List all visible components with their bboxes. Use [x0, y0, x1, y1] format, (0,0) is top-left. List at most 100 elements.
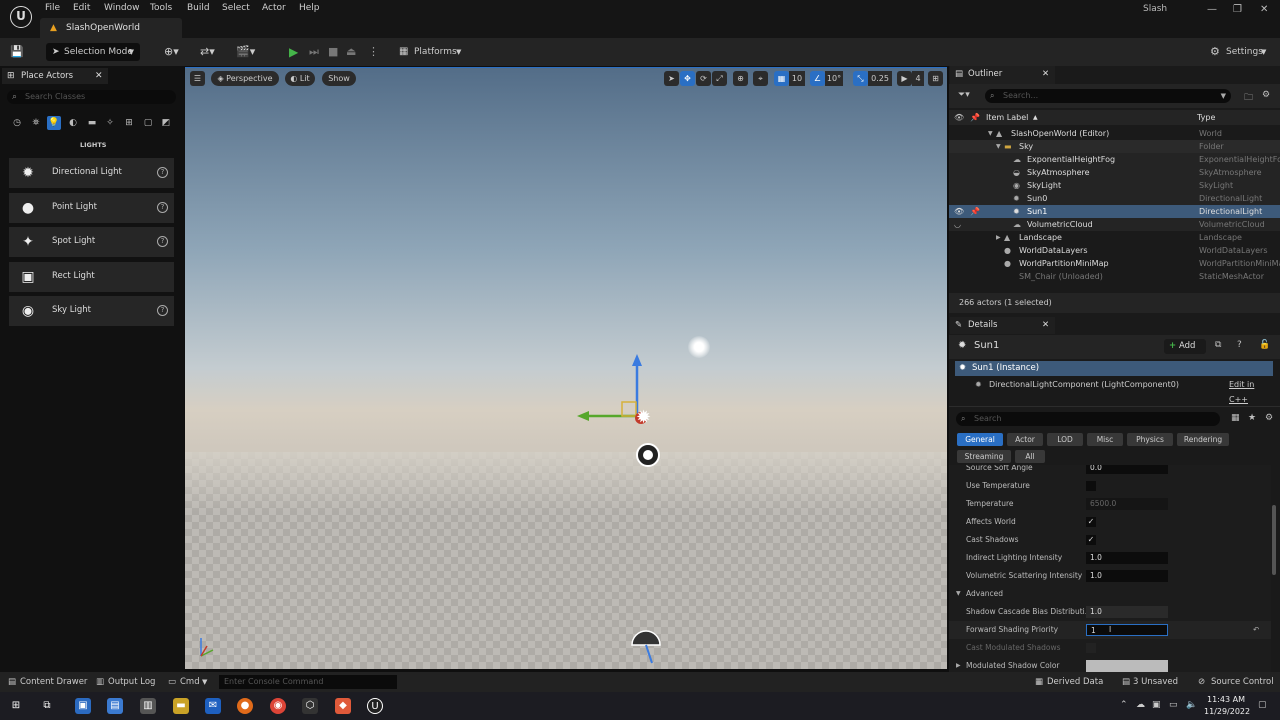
- source-soft-angle-field[interactable]: 0.0: [1086, 465, 1168, 474]
- save-icon[interactable]: 💾: [10, 43, 24, 61]
- actor-name[interactable]: Sun1: [974, 340, 999, 351]
- help-icon[interactable]: ?: [157, 305, 168, 316]
- filter-icon[interactable]: ⏷▾: [958, 90, 970, 100]
- camera-speed-value[interactable]: 4: [912, 71, 924, 86]
- pin-header-icon[interactable]: 📌: [970, 110, 980, 125]
- visibility-header-icon[interactable]: 👁: [954, 110, 964, 125]
- visual-effects-icon[interactable]: ✧: [103, 116, 117, 130]
- translate-gizmo[interactable]: ✹: [570, 350, 680, 480]
- menu-actor[interactable]: Actor: [262, 3, 286, 13]
- rotation-snap-value[interactable]: 10°: [825, 71, 843, 86]
- outliner-row[interactable]: ◉ SkyLight SkyLight: [949, 179, 1280, 192]
- outliner-row[interactable]: ▼ ▬ Sky Folder: [949, 140, 1280, 153]
- outliner-row[interactable]: ☁ ExponentialHeightFog ExponentialHeight…: [949, 153, 1280, 166]
- app-icon-1[interactable]: ▣: [75, 698, 91, 714]
- menu-tools[interactable]: Tools: [150, 3, 172, 13]
- rotate-mode-icon[interactable]: ⟳: [696, 71, 711, 86]
- use-temperature-checkbox[interactable]: [1086, 481, 1096, 491]
- filter-streaming[interactable]: Streaming: [957, 450, 1011, 463]
- place-item-sky-light[interactable]: ◉ Sky Light ?: [9, 296, 174, 326]
- scale-snap-value[interactable]: 0.25: [868, 71, 892, 86]
- outliner-close-icon[interactable]: ✕: [1042, 66, 1049, 83]
- filter-rendering[interactable]: Rendering: [1177, 433, 1229, 446]
- geometry-icon[interactable]: ⊞: [122, 116, 136, 130]
- maximize-icon[interactable]: ❐: [1233, 4, 1242, 15]
- place-item-spot-light[interactable]: ✦ Spot Light ?: [9, 227, 174, 257]
- outliner-row[interactable]: ● WorldDataLayers WorldDataLayers: [949, 244, 1280, 257]
- item-label-column[interactable]: Item Label: [986, 110, 1028, 125]
- pin-icon[interactable]: 📌: [970, 205, 980, 218]
- unreal-taskbar-icon[interactable]: U: [367, 698, 383, 714]
- derived-data-icon[interactable]: ▦: [1035, 672, 1043, 692]
- menu-file[interactable]: File: [45, 3, 60, 13]
- gizmo-z-arrow[interactable]: [632, 354, 642, 366]
- filter-misc[interactable]: Misc: [1087, 433, 1123, 446]
- file-explorer-icon[interactable]: ▬: [173, 698, 189, 714]
- play-icon[interactable]: ▶: [289, 43, 298, 61]
- volumes-icon[interactable]: ▢: [141, 116, 155, 130]
- blueprint-convert-icon[interactable]: ⧉: [1215, 340, 1221, 350]
- level-viewport[interactable]: ☰ ◈ Perspective ◐ Lit Show ➤ ✥ ⟳ ⤢ ⊕ ⌖ ▦…: [185, 68, 947, 669]
- surface-snap-icon[interactable]: ⌖: [753, 71, 768, 86]
- shapes-icon[interactable]: ◐: [66, 116, 80, 130]
- selection-mode-dropdown[interactable]: ➤ Selection Mode ▼: [46, 43, 140, 61]
- gizmo-plane-handle[interactable]: [621, 401, 637, 417]
- skylight-billboard-icon[interactable]: [626, 621, 666, 666]
- windows-start-icon[interactable]: ⊞: [8, 698, 24, 714]
- component-instance-row[interactable]: ✹ Sun1 (Instance): [955, 361, 1273, 376]
- favorites-icon[interactable]: ★: [1248, 413, 1256, 423]
- volume-icon[interactable]: 🔈: [1186, 700, 1197, 710]
- source-control-icon[interactable]: ⊘: [1198, 672, 1205, 692]
- place-item-rect-light[interactable]: ▣ Rect Light: [9, 262, 174, 292]
- property-matrix-icon[interactable]: ▦: [1231, 413, 1240, 423]
- outliner-row[interactable]: ▼ ▲ SlashOpenWorld (Editor) World: [949, 127, 1280, 140]
- outliner-row[interactable]: ● WorldPartitionMiniMap WorldPartitionMi…: [949, 257, 1280, 270]
- details-tab[interactable]: ✎ Details ✕: [950, 317, 1055, 334]
- settings-chevron-icon[interactable]: ▼: [1261, 43, 1266, 61]
- place-item-directional-light[interactable]: ✹ Directional Light ?: [9, 158, 174, 188]
- blueprint-icon[interactable]: ⇄▾: [200, 43, 215, 61]
- cast-shadows-checkbox[interactable]: ✓: [1086, 535, 1096, 545]
- modulated-shadow-color-swatch[interactable]: [1086, 660, 1168, 672]
- edit-in-cpp-link[interactable]: Edit in C++: [1229, 377, 1273, 407]
- outliner-row[interactable]: ✹ Sun0 DirectionalLight: [949, 192, 1280, 205]
- camera-speed-icon[interactable]: ▶: [897, 71, 912, 86]
- indirect-lighting-field[interactable]: 1.0: [1086, 552, 1168, 564]
- cmd-icon[interactable]: ▭: [168, 672, 176, 692]
- cast-modulated-checkbox[interactable]: [1086, 643, 1096, 653]
- type-column[interactable]: Type: [1197, 110, 1215, 125]
- help-icon[interactable]: ?: [157, 167, 168, 178]
- cinematic-icon[interactable]: ▬: [85, 116, 99, 130]
- derived-data-button[interactable]: Derived Data: [1047, 672, 1103, 692]
- search-classes-input[interactable]: ⌕ Search Classes: [7, 90, 176, 104]
- menu-window[interactable]: Window: [104, 3, 140, 13]
- filter-all[interactable]: All: [1015, 450, 1045, 463]
- perspective-button[interactable]: ◈ Perspective: [211, 71, 279, 86]
- console-command-input[interactable]: Enter Console Command: [219, 675, 397, 689]
- search-options-icon[interactable]: ▼: [1221, 89, 1226, 103]
- details-scrollbar-thumb[interactable]: [1272, 505, 1276, 575]
- app-icon-3[interactable]: ▥: [140, 698, 156, 714]
- content-drawer-button[interactable]: Content Drawer: [20, 672, 87, 692]
- component-row[interactable]: ✹ DirectionalLightComponent (LightCompon…: [955, 377, 1273, 404]
- task-view-icon[interactable]: ⧉: [39, 698, 55, 714]
- eject-icon[interactable]: ⏏: [346, 43, 356, 61]
- filter-actor[interactable]: Actor: [1007, 433, 1043, 446]
- expand-arrow-icon[interactable]: ▶: [956, 657, 961, 672]
- menu-edit[interactable]: Edit: [73, 3, 90, 13]
- minimize-icon[interactable]: —: [1207, 4, 1217, 15]
- volumetric-scattering-field[interactable]: 1.0: [1086, 570, 1168, 582]
- help-icon[interactable]: ?: [157, 236, 168, 247]
- app-icon-unity[interactable]: ⬡: [302, 698, 318, 714]
- scale-mode-icon[interactable]: ⤢: [712, 71, 727, 86]
- collapse-arrow-icon[interactable]: ▶: [996, 231, 1001, 244]
- outliner-row[interactable]: SM_Chair (Unloaded) StaticMeshActor: [949, 270, 1280, 283]
- firefox-icon[interactable]: ●: [237, 698, 253, 714]
- viewport-menu-icon[interactable]: ☰: [190, 71, 205, 86]
- temperature-field[interactable]: 6500.0: [1086, 498, 1168, 510]
- scale-snap-icon[interactable]: ⤡: [853, 71, 868, 86]
- step-icon[interactable]: ⏭: [309, 43, 319, 61]
- affects-world-checkbox[interactable]: ✓: [1086, 517, 1096, 527]
- outliner-row[interactable]: ◒ SkyAtmosphere SkyAtmosphere: [949, 166, 1280, 179]
- place-actors-tab[interactable]: ⊞ Place Actors ✕: [2, 68, 108, 84]
